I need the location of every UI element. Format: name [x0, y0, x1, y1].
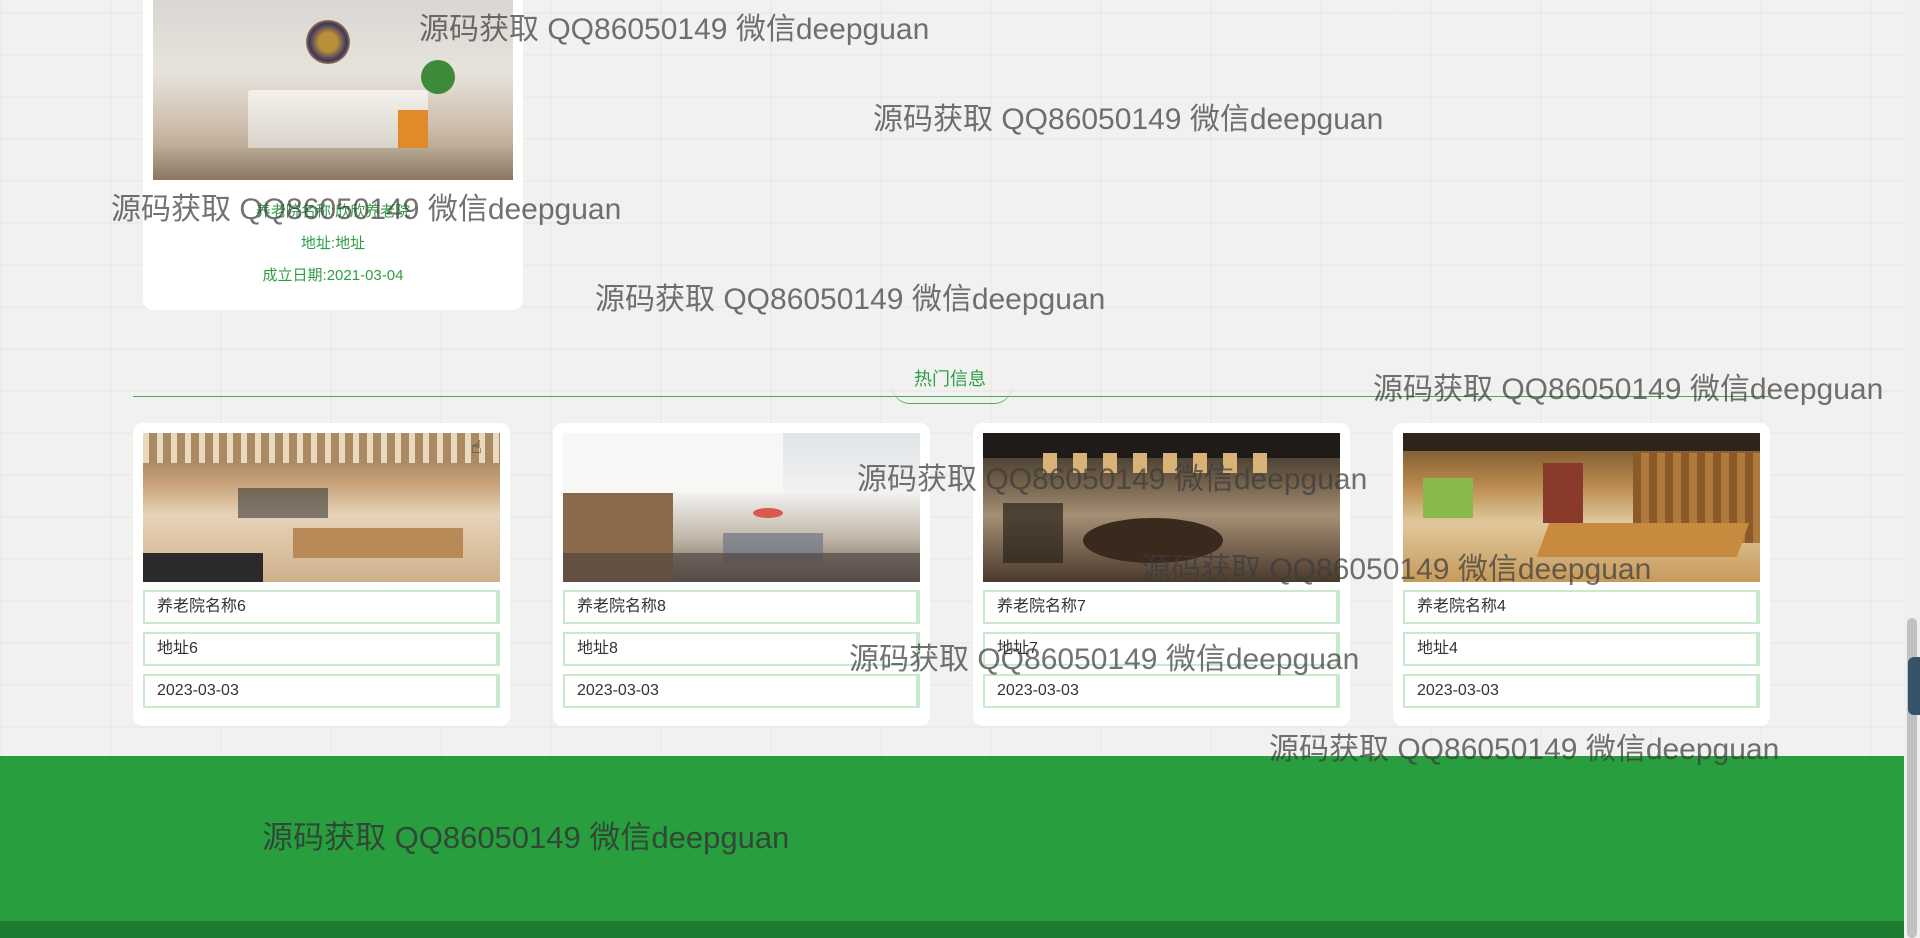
item-name: 养老院名称6 — [143, 590, 500, 624]
nursing-home-photo[interactable] — [143, 433, 500, 582]
ceiling — [1403, 433, 1760, 451]
building-facade — [563, 433, 783, 493]
nursing-home-card[interactable]: 养老院名称7 地址7 2023-03-03 — [973, 423, 1350, 726]
treadmill — [143, 553, 263, 582]
item-address: 地址6 — [143, 632, 500, 666]
footer-bottom-bar — [0, 921, 1904, 938]
item-date: 2023-03-03 — [143, 674, 500, 708]
featured-photo[interactable] — [153, 0, 513, 180]
nursing-home-photo[interactable] — [1403, 433, 1760, 582]
wall-frames — [238, 488, 328, 518]
watermark: 源码获取 QQ86050149 微信deepguan — [1373, 373, 1884, 406]
cursor-hand-icon: ☝ — [471, 437, 482, 457]
plant — [421, 60, 455, 94]
item-date: 2023-03-03 — [1403, 674, 1760, 708]
tables — [293, 528, 463, 558]
item-address: 地址4 — [1403, 632, 1760, 666]
item-name: 养老院名称7 — [983, 590, 1340, 624]
round-table — [1083, 518, 1223, 563]
item-address: 地址7 — [983, 632, 1340, 666]
nursing-home-card[interactable]: 养老院名称4 地址4 2023-03-03 — [1393, 423, 1770, 726]
sign — [398, 110, 428, 150]
nursing-home-card[interactable]: 养老院名称8 地址8 2023-03-03 — [553, 423, 930, 726]
section-title: 热门信息 — [914, 369, 986, 389]
featured-address: 地址:地址 — [300, 235, 366, 252]
nursing-home-card[interactable]: 养老院名称6 地址6 2023-03-03 — [133, 423, 510, 726]
door — [1543, 463, 1583, 523]
floor — [153, 148, 513, 180]
long-table — [1536, 523, 1750, 557]
side-float-button[interactable] — [1908, 657, 1920, 715]
featured-name: 养老院名称:欣欣养老院 — [255, 203, 411, 220]
footer-watermark: 源码获取 QQ86050149 微信deepguan — [262, 820, 790, 855]
pendant-lamps — [1043, 453, 1283, 473]
featured-nursing-home-card[interactable]: 养老院名称:欣欣养老院 地址:地址 成立日期:2021-03-04 — [143, 0, 523, 310]
item-date: 2023-03-03 — [983, 674, 1340, 708]
item-address: 地址8 — [563, 632, 920, 666]
ceiling-slats — [143, 433, 500, 463]
chairs — [1003, 503, 1063, 563]
logo-emblem — [306, 20, 350, 64]
umbrella — [753, 508, 783, 518]
item-name: 养老院名称8 — [563, 590, 920, 624]
watermark: 源码获取 QQ86050149 微信deepguan — [873, 103, 1384, 136]
scrollbar[interactable] — [1904, 0, 1920, 938]
featured-date: 成立日期:2021-03-04 — [262, 267, 404, 284]
item-name: 养老院名称4 — [1403, 590, 1760, 624]
watermark: 源码获取 QQ86050149 微信deepguan — [595, 283, 1106, 316]
nursing-home-photo[interactable] — [983, 433, 1340, 582]
shelf — [1423, 478, 1473, 518]
item-date: 2023-03-03 — [563, 674, 920, 708]
railing — [563, 553, 920, 582]
nursing-home-photo[interactable] — [563, 433, 920, 582]
